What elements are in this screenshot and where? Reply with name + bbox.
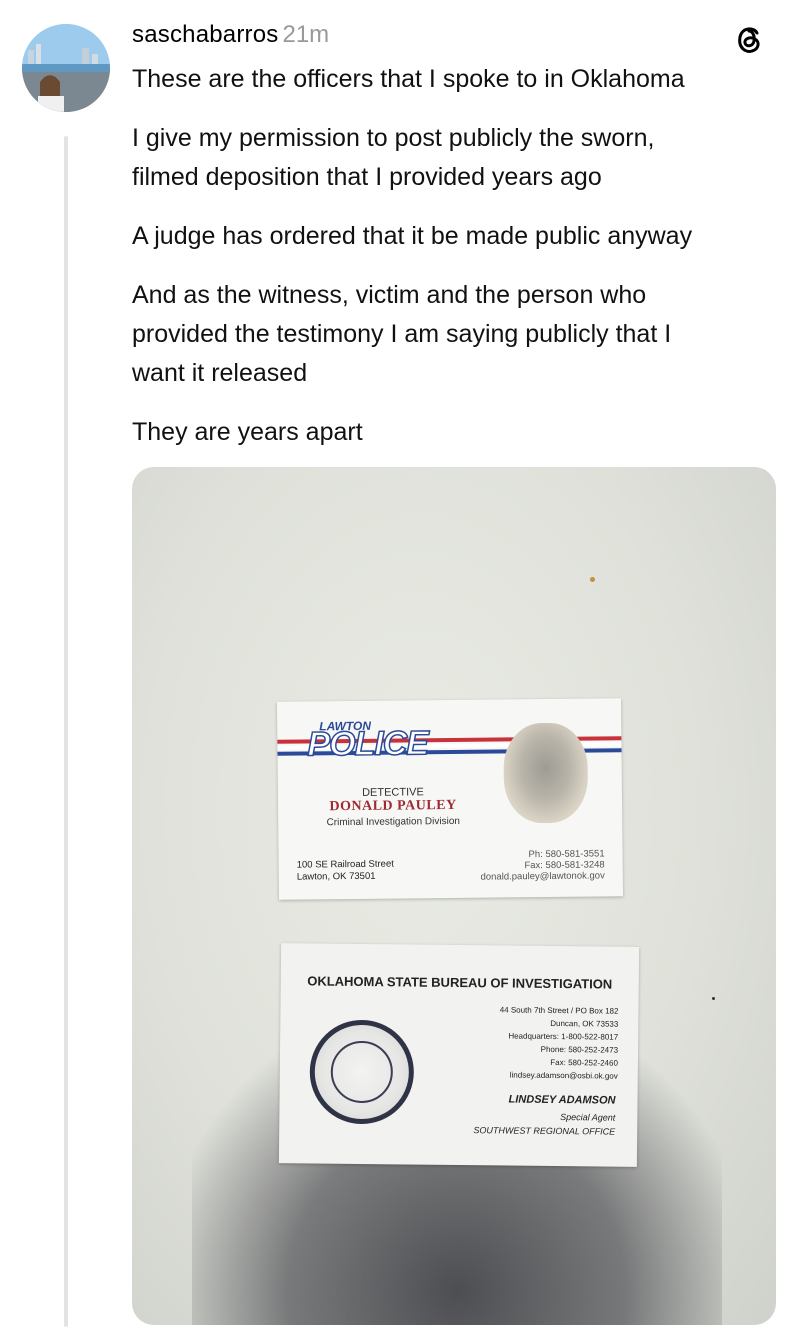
surface-spot: [590, 577, 595, 582]
card-address: 100 SE Railroad Street Lawton, OK 73501: [296, 858, 394, 883]
card-heading: OKLAHOMA STATE BUREAU OF INVESTIGATION: [307, 973, 613, 992]
post-time: 21m: [282, 21, 330, 48]
card-role: Special Agent: [560, 1112, 616, 1123]
thread-line: [64, 136, 68, 1327]
osbi-seal-icon: [309, 1019, 415, 1125]
user-avatar[interactable]: [22, 24, 110, 112]
lawton-police-business-card: LAWTON POLICE DETECTIVE DONALD PAULEY Cr…: [276, 698, 624, 900]
post-header: saschabarros 21m: [132, 18, 329, 52]
post-paragraph: They are years apart: [132, 418, 363, 446]
seal-inner-ring: [330, 1040, 394, 1104]
card-office: SOUTHWEST REGIONAL OFFICE: [473, 1125, 616, 1137]
card-division: Criminal Investigation Division: [326, 815, 460, 829]
post-paragraph: These are the officers that I spoke to i…: [132, 65, 685, 93]
threads-icon[interactable]: [733, 22, 767, 56]
card-address: 44 South 7th Street / PO Box 182 Duncan,…: [499, 1005, 619, 1081]
police-logo: POLICE: [306, 723, 429, 764]
post-paragraph: A judge has ordered that it be made publ…: [132, 222, 693, 250]
post-photo[interactable]: LAWTON POLICE DETECTIVE DONALD PAULEY Cr…: [132, 467, 776, 1325]
card-name: DONALD PAULEY: [329, 797, 457, 815]
card-name: LINDSEY ADAMSON: [508, 1093, 616, 1107]
username[interactable]: saschabarros: [132, 21, 278, 48]
osbi-business-card: OKLAHOMA STATE BUREAU OF INVESTIGATION 4…: [278, 943, 640, 1167]
post-body: These are the officers that I spoke to i…: [132, 60, 772, 472]
post-paragraph: And as the witness, victim and the perso…: [132, 281, 672, 387]
avatar-image: [22, 24, 110, 112]
card-contact: Ph: 580-581-3551 Fax: 580-581-3248 donal…: [480, 848, 605, 883]
surface-spot: [712, 997, 715, 1000]
police-badge-icon: [503, 722, 589, 824]
post-paragraph: I give my permission to post publicly th…: [132, 124, 655, 191]
